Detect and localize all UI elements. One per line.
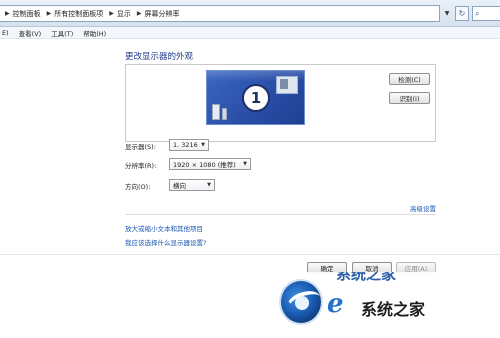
breadcrumb-display[interactable]: 显示: [117, 9, 131, 19]
watermark-logo-core-icon: [295, 296, 309, 310]
chevron-down-icon: ▼: [201, 142, 205, 148]
resolution-label: 分辨率(R):: [125, 162, 157, 170]
display-help-link[interactable]: 我应该选择什么显示器设置?: [125, 237, 206, 247]
wallpaper-detail-icon: [280, 79, 288, 89]
breadcrumb-all-items[interactable]: 所有控制面板项: [54, 9, 103, 19]
orientation-select-value: 横向: [173, 182, 186, 190]
orientation-select[interactable]: 横向 ▼: [169, 179, 215, 191]
chevron-down-icon: ▼: [207, 182, 211, 188]
page-title: 更改显示器的外观: [125, 52, 194, 62]
breadcrumb-separator-icon: ▶: [109, 10, 114, 17]
chevron-down-icon: ▼: [243, 161, 247, 167]
search-input[interactable]: ⌕: [472, 6, 500, 21]
display-select[interactable]: 1. 3216 ▼: [169, 139, 209, 151]
address-bar[interactable]: ▶ 控制面板 ▶ 所有控制面板项 ▶ 显示 ▶ 屏幕分辨率: [0, 5, 440, 22]
display-label: 显示器(S):: [125, 143, 156, 151]
advanced-settings-link[interactable]: 高级设置: [410, 203, 436, 213]
watermark-e-icon: e: [327, 289, 344, 319]
refresh-icon[interactable]: ↻: [455, 6, 469, 21]
breadcrumb-separator-icon: ▶: [5, 10, 10, 17]
resolution-select-value: 1920 × 1080 (推荐): [173, 161, 236, 169]
menu-bar: E) 查看(V) 工具(T) 帮助(H): [0, 27, 500, 39]
footer-divider: [0, 254, 500, 255]
address-dropdown-icon[interactable]: ▼: [441, 5, 453, 22]
resolution-select[interactable]: 1920 × 1080 (推荐) ▼: [169, 158, 251, 170]
orientation-label: 方向(O):: [125, 183, 151, 191]
menu-help[interactable]: 帮助(H): [83, 28, 106, 38]
computer-tower-icon: [212, 104, 220, 120]
watermark-text: 系统之家: [361, 300, 426, 319]
menu-tools[interactable]: 工具(T): [51, 28, 73, 38]
search-icon: ⌕: [475, 8, 480, 18]
breadcrumb-separator-icon: ▶: [46, 10, 52, 17]
breadcrumb-separator-icon: ▶: [136, 10, 142, 17]
detect-button[interactable]: 检测(C): [389, 73, 430, 85]
identify-button[interactable]: 识别(I): [389, 92, 430, 104]
watermark-partial-top: 系统之家: [336, 272, 500, 282]
menu-edit[interactable]: E): [2, 29, 9, 37]
computer-side-icon: [222, 108, 227, 120]
menu-view[interactable]: 查看(V): [19, 28, 42, 38]
breadcrumb-screen-resolution[interactable]: 屏幕分辨率: [145, 9, 180, 19]
watermark-partial-text: 系统之家: [336, 272, 397, 282]
breadcrumb-control-panel[interactable]: 控制面板: [13, 9, 41, 19]
monitor-number-badge: 1: [242, 84, 270, 112]
display-select-value: 1. 3216: [173, 141, 198, 149]
divider: [125, 214, 436, 215]
text-size-link[interactable]: 放大或缩小文本和其他项目: [125, 223, 203, 233]
